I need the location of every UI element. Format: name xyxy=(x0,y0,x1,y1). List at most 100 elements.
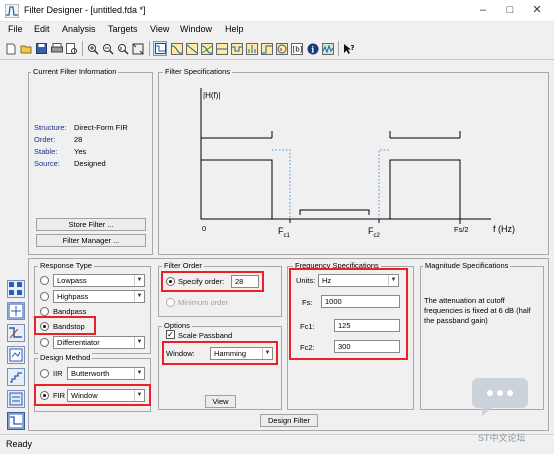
svg-text:?: ? xyxy=(351,44,355,52)
maximize-button[interactable]: □ xyxy=(497,2,523,19)
transform-filter-icon[interactable] xyxy=(7,324,25,342)
filter-specifications-legend: Filter Specifications xyxy=(163,67,233,76)
menu-targets[interactable]: Targets xyxy=(108,24,138,34)
source-value: Designed xyxy=(74,159,106,168)
chevron-down-icon: ▼ xyxy=(134,337,144,348)
fs-half-label: Fs/2 xyxy=(454,225,469,234)
fir-highlight xyxy=(34,384,151,406)
quantize-icon[interactable] xyxy=(7,368,25,386)
highpass-radio[interactable] xyxy=(40,292,49,301)
round-off-noise-icon[interactable] xyxy=(321,41,335,56)
close-button[interactable]: ✕ xyxy=(524,2,550,19)
structure-key: Structure: xyxy=(34,123,67,132)
filter-manager-button[interactable]: Filter Manager ... xyxy=(36,234,146,247)
title-bar: Filter Designer - [untitled.fda *] – □ ✕ xyxy=(0,0,554,22)
differentiator-radio[interactable] xyxy=(40,338,49,347)
window-highlight xyxy=(162,341,278,365)
zoom-x-icon[interactable]: x xyxy=(116,41,130,56)
options-legend: Options xyxy=(162,321,192,330)
watermark-text: ST中文论坛 xyxy=(478,433,526,443)
save-icon[interactable] xyxy=(34,41,48,56)
menu-analysis[interactable]: Analysis xyxy=(62,24,96,34)
menu-view[interactable]: View xyxy=(150,24,169,34)
whats-this-icon[interactable]: ? xyxy=(342,41,356,56)
status-bar: Ready xyxy=(0,434,554,454)
toolbar: x x [b] i ? xyxy=(0,38,554,60)
chevron-down-icon: ▼ xyxy=(134,368,144,379)
magnitude-info-text: The attenuation at cutoff frequencies is… xyxy=(424,296,531,325)
design-filter-button[interactable]: Design Filter xyxy=(260,414,318,427)
filter-order-legend: Filter Order xyxy=(162,261,204,270)
magnitude-response-icon[interactable] xyxy=(170,41,184,56)
svg-text:x: x xyxy=(120,46,123,52)
scale-passband-checkbox[interactable]: ✓ xyxy=(166,330,175,339)
menu-edit[interactable]: Edit xyxy=(34,24,50,34)
svg-text:x: x xyxy=(280,47,283,53)
filter-info-icon[interactable]: i xyxy=(306,41,320,56)
step-response-icon[interactable] xyxy=(260,41,274,56)
group-delay-icon[interactable] xyxy=(215,41,229,56)
current-filter-info-legend: Current Filter Information xyxy=(31,67,119,76)
menu-help[interactable]: Help xyxy=(225,24,244,34)
source-key: Source: xyxy=(34,159,60,168)
highpass-select[interactable]: Highpass ▼ xyxy=(53,290,145,303)
magnitude-axis-label: |H(f)| xyxy=(203,91,221,100)
menu-window[interactable]: Window xyxy=(180,24,212,34)
iir-select[interactable]: Butterworth ▼ xyxy=(67,367,145,380)
minimum-order-radio[interactable] xyxy=(166,298,175,307)
full-view-icon[interactable] xyxy=(131,41,145,56)
realize-model-icon[interactable] xyxy=(7,280,25,298)
open-folder-icon[interactable] xyxy=(19,41,33,56)
fc1-marker-label: Fc1 xyxy=(278,226,290,239)
chevron-down-icon: ▼ xyxy=(134,291,144,302)
bandpass-radio[interactable] xyxy=(40,307,49,316)
import-filter-icon[interactable] xyxy=(7,346,25,364)
print-preview-icon[interactable] xyxy=(65,41,79,56)
design-filter-icon[interactable] xyxy=(153,41,167,56)
pole-zero-icon[interactable]: x xyxy=(275,41,289,56)
frequency-axis-label: f (Hz) xyxy=(493,224,515,234)
svg-text:[b]: [b] xyxy=(293,45,303,53)
store-filter-button[interactable]: Store Filter ... xyxy=(36,218,146,231)
menu-file[interactable]: File xyxy=(8,24,23,34)
bandstop-highlight xyxy=(34,316,96,335)
stable-value: Yes xyxy=(74,147,87,156)
response-type-legend: Response Type xyxy=(38,261,94,270)
print-icon[interactable] xyxy=(50,41,64,56)
app-logo-icon xyxy=(5,4,19,18)
design-method-legend: Design Method xyxy=(38,353,93,362)
multirate-icon[interactable] xyxy=(7,390,25,408)
x-origin-label: 0 xyxy=(202,224,207,233)
lowpass-radio[interactable] xyxy=(40,276,49,285)
scale-passband-label: Scale Passband xyxy=(178,331,233,340)
lowpass-select[interactable]: Lowpass ▼ xyxy=(53,274,145,287)
stable-key: Stable: xyxy=(34,147,58,156)
iir-label: IIR xyxy=(53,369,63,378)
order-key: Order: xyxy=(34,135,56,144)
magnitude-phase-icon[interactable] xyxy=(200,41,214,56)
svg-text:i: i xyxy=(311,44,314,54)
status-text: Ready xyxy=(6,439,33,449)
filter-coefficients-icon[interactable]: [b] xyxy=(290,41,304,56)
magnitude-specifications-legend: Magnitude Specifications xyxy=(423,261,511,270)
chevron-down-icon: ▼ xyxy=(134,275,144,286)
minimize-button[interactable]: – xyxy=(470,2,496,19)
new-file-icon[interactable] xyxy=(4,41,18,56)
design-filter-side-icon[interactable] xyxy=(7,412,25,430)
view-button[interactable]: View xyxy=(205,395,236,408)
menu-bar: File Edit Analysis Targets View Window H… xyxy=(0,22,554,38)
side-toolbar xyxy=(6,278,26,430)
zoom-out-icon[interactable] xyxy=(101,41,115,56)
zoom-in-icon[interactable] xyxy=(86,41,100,56)
structure-value: Direct-Form FIR xyxy=(74,123,128,132)
iir-radio[interactable] xyxy=(40,369,49,378)
differentiator-select[interactable]: Differentiator ▼ xyxy=(53,336,145,349)
forum-logo-icon xyxy=(472,378,528,416)
pole-zero-editor-icon[interactable] xyxy=(7,302,25,320)
impulse-response-icon[interactable] xyxy=(245,41,259,56)
bandpass-label: Bandpass xyxy=(53,307,87,316)
phase-response-icon[interactable] xyxy=(185,41,199,56)
phase-delay-icon[interactable] xyxy=(230,41,244,56)
filter-spec-diagram xyxy=(200,88,491,224)
minimum-order-label: Minimum order xyxy=(178,298,229,307)
